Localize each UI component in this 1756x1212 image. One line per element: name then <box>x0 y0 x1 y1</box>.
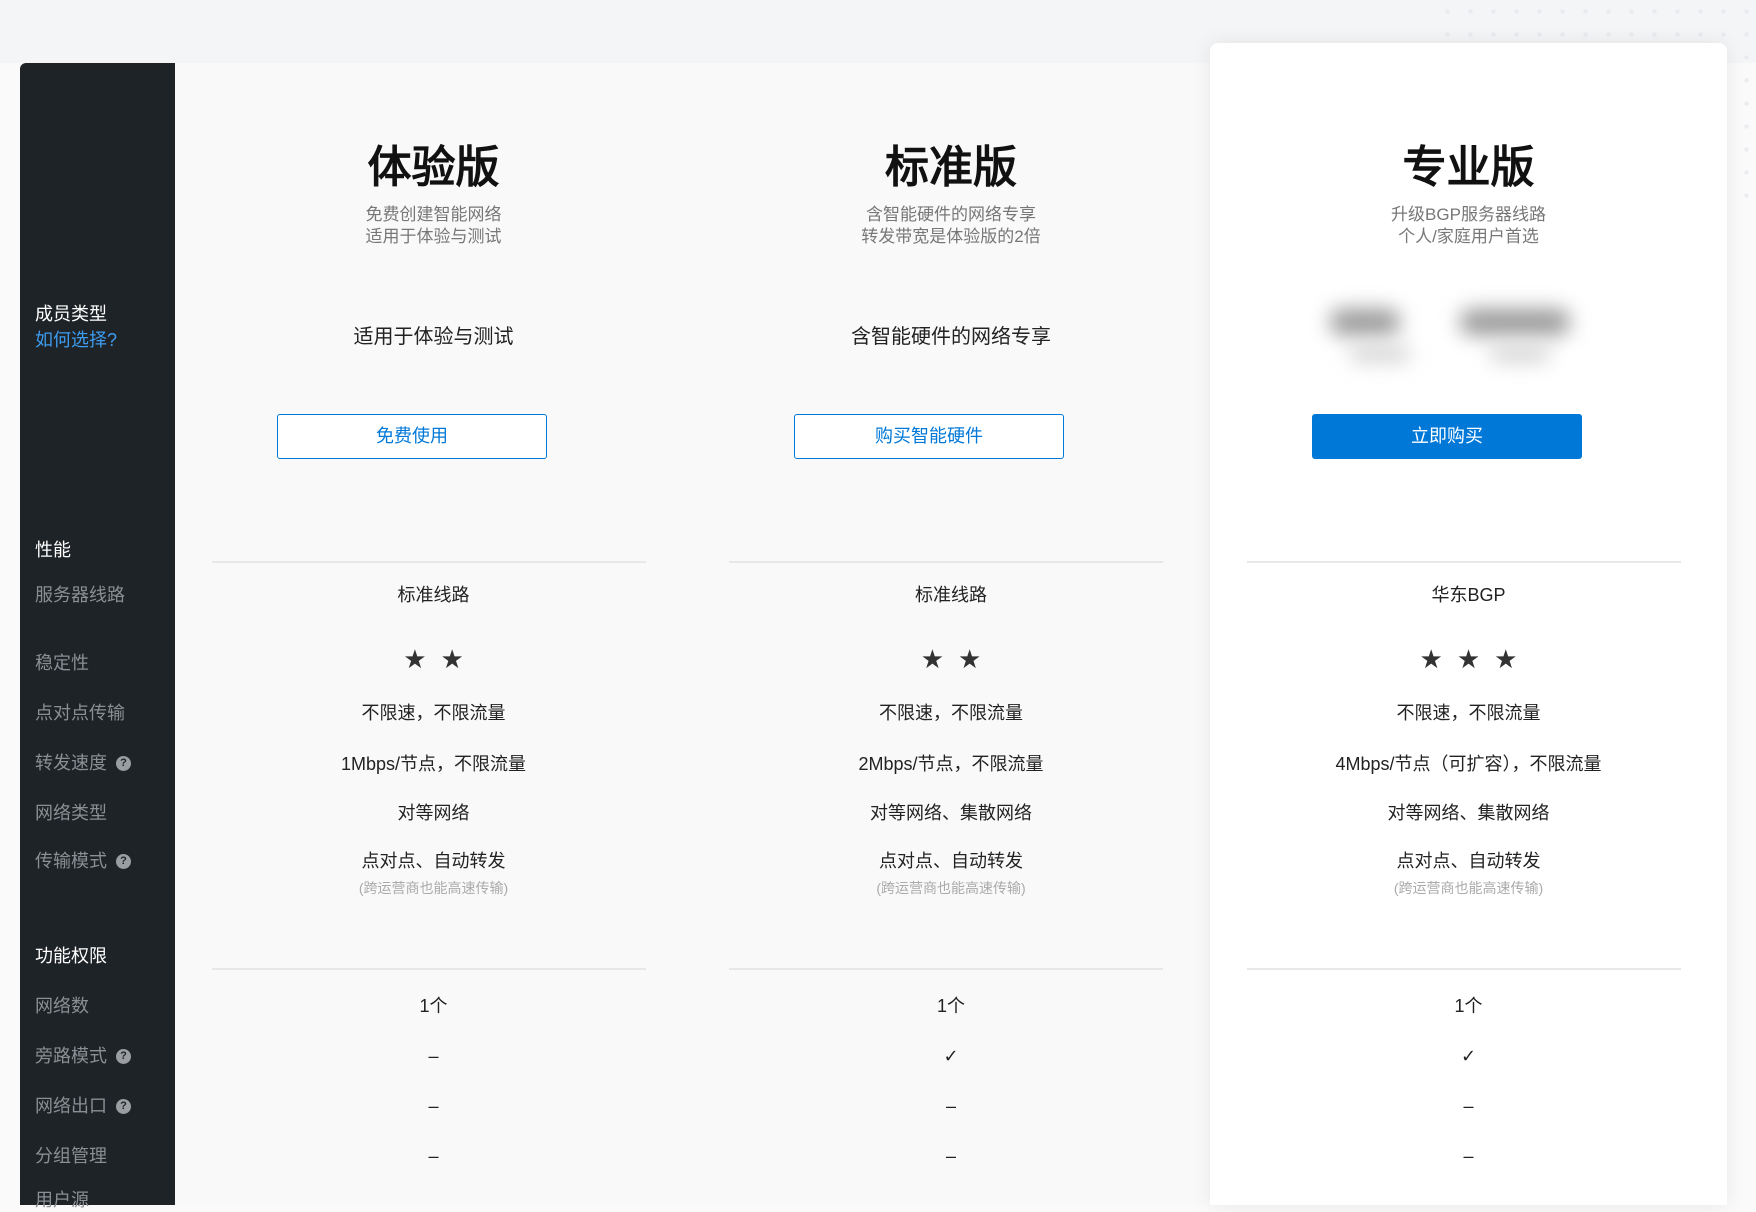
plan-tagline: 适用于体验与测试 <box>353 326 514 348</box>
member-type-label: 成员类型 <box>35 304 107 324</box>
help-icon[interactable]: ? <box>116 1098 131 1114</box>
plan-action-button[interactable]: 购买智能硬件 <box>794 414 1064 459</box>
sidebar-item-p2p: 点对点传输 <box>35 703 125 723</box>
groups-value: – <box>1463 1146 1474 1166</box>
sidebar-item-server-line: 服务器线路 <box>35 585 125 605</box>
speed-value: 2Mbps/节点，不限流量 <box>858 754 1044 774</box>
p2p-value: 不限速，不限流量 <box>1396 703 1541 723</box>
plan-column-standard: 标准版含智能硬件的网络专享 转发带宽是体验版的2倍 含智能硬件的网络专享购买智能硬件… <box>692 63 1210 1205</box>
network-count-value: 1个 <box>936 996 965 1016</box>
stability-stars: ★★ <box>403 644 478 674</box>
network-type-value: 对等网络 <box>397 803 470 823</box>
plan-title: 标准版 <box>885 143 1017 192</box>
groups-value: – <box>945 1146 956 1166</box>
comparison-sidebar: 成员类型 如何选择? 性能 服务器线路 稳定性 点对点传输 转发速度? 网络类型… <box>20 63 175 1210</box>
sidebar-item-network-type: 网络类型 <box>35 803 107 823</box>
server-line-value: 华东BGP <box>1431 585 1506 605</box>
divider <box>1247 968 1681 970</box>
sidebar-item-mode: 传输模式? <box>35 849 131 873</box>
plan-subtitle: 个人/家庭用户首选 <box>1398 227 1539 246</box>
network-count-value: 1个 <box>1454 996 1483 1016</box>
speed-value: 1Mbps/节点，不限流量 <box>340 754 527 774</box>
plan-column-pro: 专业版升级BGP服务器线路 个人/家庭用户首选 立即购买华东BGP ★★★ 不限速，不… <box>1210 43 1727 1205</box>
sidebar-item-stability: 稳定性 <box>35 653 89 673</box>
mode-value: 点对点、自动转发 <box>1396 851 1541 871</box>
p2p-value: 不限速，不限流量 <box>879 703 1023 723</box>
plan-title: 专业版 <box>1402 143 1535 192</box>
plan-subtitle: 升级BGP服务器线路 <box>1391 205 1546 224</box>
network-count-value: 1个 <box>419 996 448 1016</box>
sidebar-item-speed: 转发速度? <box>35 751 131 775</box>
p2p-value: 不限速，不限流量 <box>361 703 506 723</box>
stability-stars: ★★ <box>920 644 996 674</box>
sidebar-item-user-source: 用户源 <box>35 1190 89 1210</box>
help-icon[interactable]: ? <box>116 755 131 771</box>
help-icon[interactable]: ? <box>116 1048 131 1064</box>
help-icon[interactable]: ? <box>116 853 131 869</box>
plan-subtitle: 免费创建智能网络 <box>365 205 502 224</box>
speed-value: 4Mbps/节点（可扩容），不限流量 <box>1335 754 1602 774</box>
plan-subtitle: 含智能硬件的网络专享 <box>866 205 1036 224</box>
divider <box>212 561 646 563</box>
plan-subtitle: 适用于体验与测试 <box>365 227 502 246</box>
mode-value: 点对点、自动转发 <box>879 851 1023 871</box>
divider <box>729 968 1163 970</box>
exit-value: – <box>428 1096 439 1116</box>
mode-note: (跨运营商也能高速传输) <box>358 880 509 896</box>
bypass-value: ✓ <box>1460 1046 1477 1066</box>
features-heading: 功能权限 <box>35 946 107 966</box>
plan-title: 体验版 <box>367 143 500 192</box>
plan-subtitle: 转发带宽是体验版的2倍 <box>861 227 1041 246</box>
sidebar-item-bypass: 旁路模式? <box>35 1044 131 1068</box>
mode-note: (跨运营商也能高速传输) <box>876 880 1026 896</box>
divider <box>729 561 1163 563</box>
performance-heading: 性能 <box>35 540 71 560</box>
bypass-value: – <box>428 1046 439 1066</box>
server-line-value: 标准线路 <box>397 585 470 605</box>
server-line-value: 标准线路 <box>915 585 987 605</box>
exit-value: – <box>1463 1096 1474 1116</box>
bypass-value: ✓ <box>943 1046 959 1066</box>
plan-action-button[interactable]: 立即购买 <box>1312 414 1582 459</box>
sidebar-item-groups: 分组管理 <box>35 1146 107 1166</box>
mode-note: (跨运营商也能高速传输) <box>1393 880 1544 896</box>
exit-value: – <box>945 1096 956 1116</box>
divider <box>212 968 646 970</box>
network-type-value: 对等网络、集散网络 <box>1387 803 1550 823</box>
groups-value: – <box>428 1146 439 1166</box>
divider <box>1247 561 1681 563</box>
network-type-value: 对等网络、集散网络 <box>870 803 1032 823</box>
sidebar-item-network-count: 网络数 <box>35 996 89 1016</box>
plan-action-button[interactable]: 免费使用 <box>277 414 547 459</box>
blurred-price <box>1290 285 1650 395</box>
plan-tagline: 含智能硬件的网络专享 <box>851 326 1051 348</box>
sidebar-item-exit: 网络出口? <box>35 1094 131 1118</box>
stability-stars: ★★★ <box>1419 644 1532 674</box>
mode-value: 点对点、自动转发 <box>361 851 506 871</box>
how-to-choose-link[interactable]: 如何选择? <box>35 328 117 352</box>
plan-column-trial: 体验版免费创建智能网络 适用于体验与测试 适用于体验与测试免费使用标准线路 ★★ 不限速… <box>175 63 693 1205</box>
